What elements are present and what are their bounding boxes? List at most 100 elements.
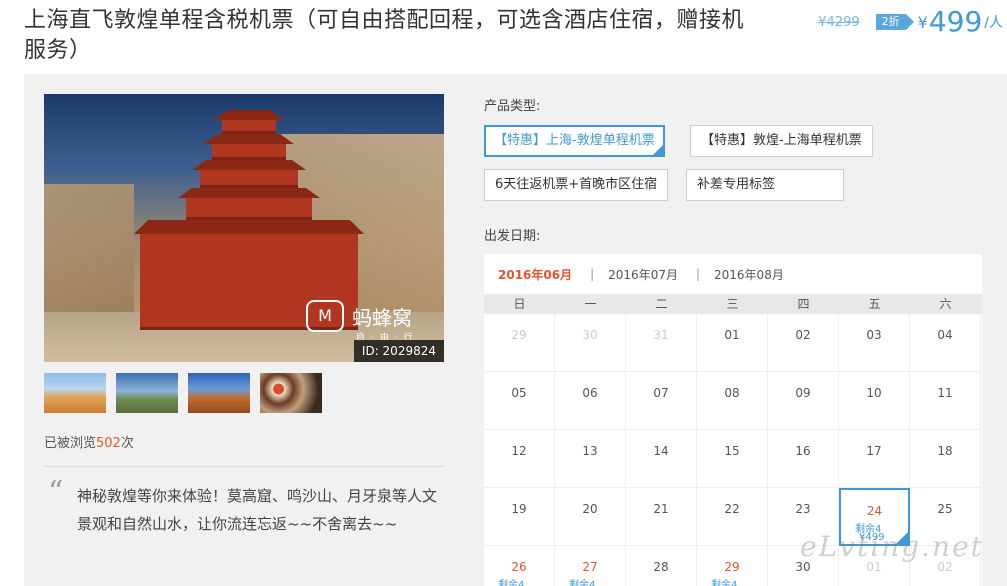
- thumbnail-rock[interactable]: [188, 373, 250, 413]
- thumbnail-desert[interactable]: [44, 373, 106, 413]
- product-option-label: 6天往返机票+首晚市区住宿: [495, 177, 658, 192]
- day-number: 17: [866, 444, 882, 458]
- original-price: ¥4299: [818, 14, 860, 30]
- day-number: 14: [653, 444, 669, 458]
- day-number: 20: [582, 502, 598, 516]
- calendar-day[interactable]: 29 剩余4: [697, 546, 768, 586]
- calendar-day[interactable]: 08: [697, 372, 768, 430]
- price-box: ¥4299 2折 ¥ 499 /人: [818, 8, 1003, 36]
- day-number: 09: [795, 386, 811, 400]
- calendar-day[interactable]: 10: [839, 372, 910, 430]
- day-number: 11: [937, 386, 953, 400]
- thumbnail-strip: [44, 373, 322, 413]
- day-number: 27: [582, 560, 598, 574]
- calendar-day[interactable]: 09: [768, 372, 839, 430]
- calendar-day[interactable]: 02: [768, 314, 839, 372]
- view-number: 502: [96, 436, 121, 451]
- calendar-day[interactable]: 29: [484, 314, 555, 372]
- calendar-day[interactable]: 30: [555, 314, 626, 372]
- view-suffix: 次: [120, 436, 134, 451]
- calendar-day[interactable]: 12: [484, 430, 555, 488]
- thumbnail-lake[interactable]: [116, 373, 178, 413]
- watermark-brand: 蚂蜂窝: [352, 305, 412, 330]
- calendar-day[interactable]: 06: [555, 372, 626, 430]
- calendar-day[interactable]: 31: [626, 314, 697, 372]
- tab-month-0[interactable]: 2016年06月: [484, 266, 572, 283]
- calendar-day[interactable]: 05: [484, 372, 555, 430]
- calendar-day[interactable]: 13: [555, 430, 626, 488]
- calendar-day[interactable]: 15: [697, 430, 768, 488]
- weekday-label: 日: [513, 297, 526, 311]
- discount-badge: 2折: [875, 14, 914, 30]
- thumbnail-market[interactable]: [260, 373, 322, 413]
- pagoda-illustration: [114, 110, 394, 332]
- calendar-day[interactable]: 21: [626, 488, 697, 546]
- day-number: 21: [653, 502, 669, 516]
- product-option-1[interactable]: 【特惠】敦煌-上海单程机票: [690, 125, 873, 157]
- calendar-week: 29 30 31 01 02 03 04: [484, 314, 982, 372]
- calendar-day[interactable]: 01: [697, 314, 768, 372]
- month-separator: |: [695, 267, 701, 281]
- calendar-day[interactable]: 07: [626, 372, 697, 430]
- tab-month-1[interactable]: 2016年07月: [594, 266, 678, 283]
- departure-label: 出发日期:: [484, 229, 541, 244]
- day-number: 16: [795, 444, 811, 458]
- product-option-0[interactable]: 【特惠】上海-敦煌单程机票 ✓: [484, 125, 665, 157]
- calendar-day[interactable]: 27 剩余4: [555, 546, 626, 586]
- logo-icon: M: [306, 300, 344, 332]
- divider: [44, 466, 444, 467]
- day-number: 22: [724, 502, 740, 516]
- calendar-week: 12 13 14 15 16 17 18: [484, 430, 982, 488]
- product-option-3[interactable]: 补差专用标签: [686, 169, 844, 201]
- view-prefix: 已被浏览: [44, 436, 97, 451]
- day-number: 29: [724, 560, 740, 574]
- main-photo[interactable]: M 蚂蜂窝 自·由·行 ID: 2029824: [44, 94, 444, 362]
- tab-month-2[interactable]: 2016年08月: [700, 266, 784, 283]
- weekday-label: 六: [939, 297, 952, 311]
- site-watermark: eLvting.net: [800, 530, 984, 563]
- day-number: 19: [511, 502, 527, 516]
- day-number: 01: [724, 328, 740, 342]
- weekday-label: 四: [797, 297, 810, 311]
- calendar-day[interactable]: 16: [768, 430, 839, 488]
- day-number: 25: [937, 502, 953, 516]
- day-number: 28: [653, 560, 669, 574]
- quote-icon: “: [48, 475, 64, 510]
- calendar-day[interactable]: 28: [626, 546, 697, 586]
- photo-id: ID: 2029824: [353, 340, 444, 362]
- calendar-day[interactable]: 26 剩余4: [484, 546, 555, 586]
- product-type-label: 产品类型:: [484, 99, 541, 114]
- calendar-day[interactable]: 17: [839, 430, 910, 488]
- calendar-day[interactable]: 22: [697, 488, 768, 546]
- calendar-day[interactable]: 03: [839, 314, 910, 372]
- remaining-seats: 剩余4: [569, 580, 596, 586]
- day-number: 05: [511, 386, 527, 400]
- day-number: 26: [511, 560, 527, 574]
- calendar-day[interactable]: 11: [910, 372, 981, 430]
- day-number: 12: [511, 444, 527, 458]
- day-number: 07: [653, 386, 669, 400]
- page-title: 上海直飞敦煌单程含税机票（可自由搭配回程，可选含酒店住宿，赠接机服务）: [24, 8, 745, 63]
- weekday-label: 三: [726, 297, 739, 311]
- day-number: 23: [795, 502, 811, 516]
- day-number: 03: [866, 328, 882, 342]
- currency-symbol: ¥: [917, 12, 928, 32]
- view-count: 已被浏览502次: [44, 432, 134, 451]
- calendar-day[interactable]: 20: [555, 488, 626, 546]
- month-tabs: 2016年06月 | 2016年07月 | 2016年08月: [484, 254, 982, 294]
- current-price: 499: [928, 5, 983, 38]
- day-number: 06: [582, 386, 598, 400]
- remaining-seats: 剩余4: [498, 580, 525, 586]
- calendar-day[interactable]: 19: [484, 488, 555, 546]
- day-number: 30: [582, 328, 598, 342]
- day-number: 31: [653, 328, 669, 342]
- calendar-day[interactable]: 14: [626, 430, 697, 488]
- calendar-day[interactable]: 04: [910, 314, 981, 372]
- month-separator: |: [590, 267, 595, 281]
- calendar-day[interactable]: 18: [910, 430, 981, 488]
- check-icon: ✓: [655, 142, 662, 151]
- price-unit: /人: [984, 15, 1003, 31]
- product-option-2[interactable]: 6天往返机票+首晚市区住宿: [484, 169, 669, 201]
- description-text: 神秘敦煌等你来体验！莫高窟、鸣沙山、月牙泉等人文景观和自然山水，让你流连忘返~~…: [77, 487, 438, 533]
- day-number: 02: [795, 328, 811, 342]
